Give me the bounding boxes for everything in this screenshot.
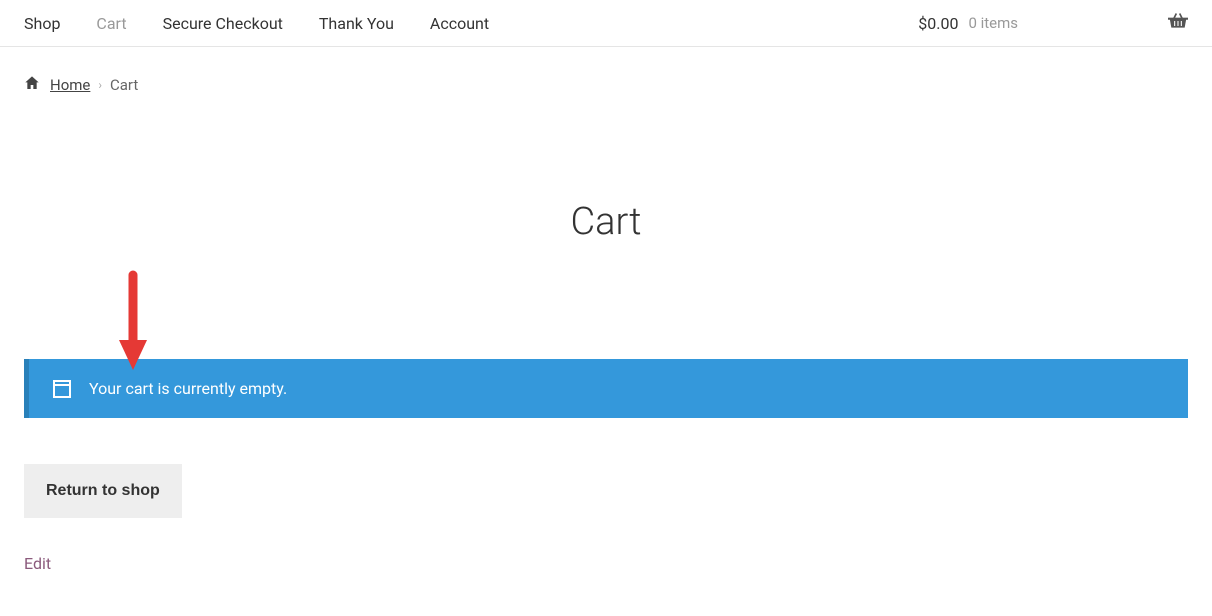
notice-message: Your cart is currently empty.	[89, 379, 287, 398]
edit-link[interactable]: Edit	[24, 554, 1188, 573]
breadcrumb-separator: ›	[98, 78, 102, 92]
content-area: Your cart is currently empty. Return to …	[0, 359, 1212, 573]
nav-item-cart[interactable]: Cart	[96, 14, 126, 33]
cart-item-count: 0 items	[968, 14, 1018, 32]
nav-item-account[interactable]: Account	[430, 14, 489, 33]
window-icon	[53, 380, 71, 398]
breadcrumb-home-link[interactable]: Home	[50, 76, 90, 94]
nav-cart-summary[interactable]: $0.00 0 items	[918, 12, 1188, 34]
page-title: Cart	[0, 200, 1212, 244]
nav-item-thank-you[interactable]: Thank You	[319, 14, 394, 33]
home-icon	[24, 75, 42, 95]
nav-left: Shop Cart Secure Checkout Thank You Acco…	[24, 14, 489, 33]
main-nav: Shop Cart Secure Checkout Thank You Acco…	[0, 0, 1212, 47]
breadcrumb: Home › Cart	[0, 47, 1212, 105]
nav-item-secure-checkout[interactable]: Secure Checkout	[163, 14, 283, 33]
breadcrumb-current: Cart	[110, 76, 138, 94]
return-to-shop-button[interactable]: Return to shop	[24, 464, 182, 518]
empty-cart-notice: Your cart is currently empty.	[24, 359, 1188, 418]
nav-item-shop[interactable]: Shop	[24, 14, 60, 33]
basket-icon	[1028, 12, 1188, 34]
cart-total: $0.00	[918, 14, 958, 33]
